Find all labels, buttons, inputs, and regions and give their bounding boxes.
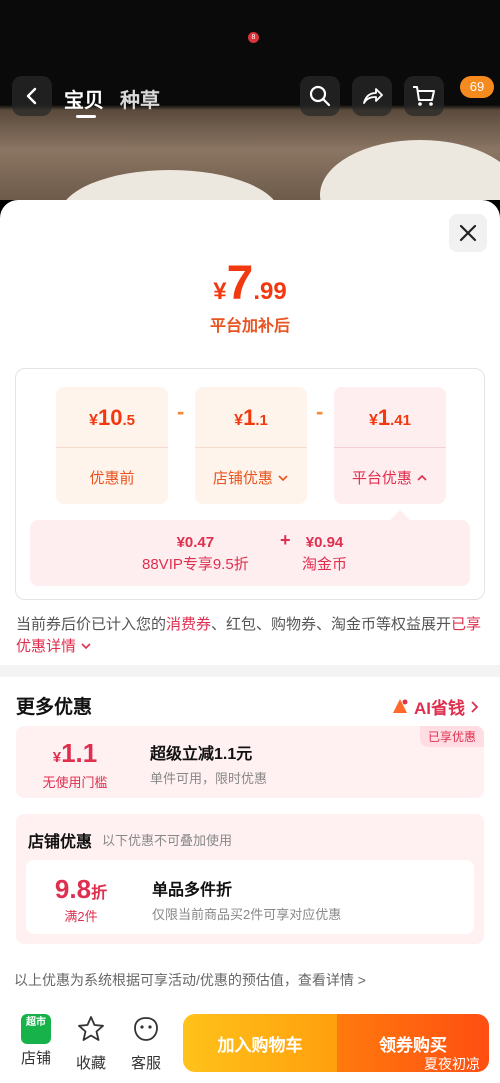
chevron-down-icon xyxy=(81,643,91,650)
add-to-cart-button[interactable]: 加入购物车 xyxy=(183,1014,337,1072)
shop-discount-value: ¥1.1 xyxy=(234,405,268,430)
plus-sign: + xyxy=(280,530,291,550)
final-price-caption: 平台加补后 xyxy=(209,318,290,335)
shop-offers-section: 店铺优惠 以下优惠不可叠加使用 9.8折 满2件 单品多件折 仅限当前商品买2件… xyxy=(16,814,484,944)
multi-item-discount-card[interactable]: 9.8折 满2件 单品多件折 仅限当前商品买2件可享对应优惠 xyxy=(26,860,474,934)
coupon-title: 超级立减1.1元 xyxy=(150,746,253,763)
customer-service-button[interactable]: 客服 xyxy=(122,1014,170,1073)
coupon-desc: 单件可用，限时优惠 xyxy=(150,771,268,786)
shop-label: 店铺 xyxy=(20,1050,51,1067)
ai-saving-link[interactable]: AI省钱 xyxy=(390,694,479,719)
vip-discount-amount: ¥0.47 xyxy=(176,534,215,551)
more-offers-title: 更多优惠 xyxy=(16,697,93,718)
coin-discount: ¥0.94 淘金币 xyxy=(302,532,347,576)
price-detail-sheet: ¥7.99 平台加补后 ¥10.5 优惠前 - ¥1.1 店铺优惠 - ¥1.4… xyxy=(0,200,500,1083)
shop-offers-note: 以下优惠不可叠加使用 xyxy=(102,833,233,848)
final-price-int: 7 xyxy=(226,257,254,310)
original-price-label: 优惠前 xyxy=(89,470,135,487)
cart-icon xyxy=(413,86,435,106)
search-icon xyxy=(309,85,331,107)
favorite-button[interactable]: 收藏 xyxy=(67,1014,115,1073)
final-price: ¥7.99 xyxy=(0,256,500,311)
platform-discount-cell[interactable]: ¥1.41 平台优惠 xyxy=(334,387,446,504)
shop-discount-cell[interactable]: ¥1.1 店铺优惠 xyxy=(195,387,307,504)
discount-title: 单品多件折 xyxy=(152,882,233,899)
back-icon xyxy=(26,87,37,105)
coin-discount-label: 淘金币 xyxy=(302,556,348,573)
platform-discount-value: ¥1.41 xyxy=(368,405,411,430)
vip-discount: ¥0.47 88VIP专享9.5折 xyxy=(142,532,249,576)
shop-discount-label: 店铺优惠 xyxy=(195,467,307,488)
discount-value-block: 9.8折 满2件 xyxy=(26,860,136,934)
product-photo-cup xyxy=(320,140,500,200)
coin-discount-amount: ¥0.94 xyxy=(305,534,344,551)
super-discount-coupon[interactable]: ¥1.1 无使用门槛 超级立减1.1元 单件可用，限时优惠 已享优惠 xyxy=(16,726,484,798)
final-price-decimal: .99 xyxy=(253,278,287,305)
chevron-down-icon xyxy=(278,475,288,482)
close-button[interactable] xyxy=(449,214,487,252)
product-photo-bowl xyxy=(60,170,280,200)
original-price-cell: ¥10.5 优惠前 xyxy=(56,387,168,504)
watermark-text: 夏夜初凉 xyxy=(424,1056,480,1072)
search-button[interactable] xyxy=(300,76,340,116)
chevron-right-icon xyxy=(471,700,479,713)
ai-sparkle-icon xyxy=(393,698,408,713)
notification-dot: 8 xyxy=(248,32,259,43)
coupon-threshold: 无使用门槛 xyxy=(42,775,108,790)
minus-sign: - xyxy=(316,399,324,424)
shop-button[interactable]: 超市 店铺 xyxy=(12,1014,60,1068)
close-icon xyxy=(459,224,477,242)
supermarket-logo-icon: 超市 xyxy=(21,1014,51,1044)
platform-discount-label: 平台优惠 xyxy=(334,467,446,488)
estimate-disclaimer-link[interactable]: 以上优惠为系统根据可享活动/优惠的预估值，查看详情 > xyxy=(14,970,366,990)
shop-offers-title: 店铺优惠 xyxy=(28,834,93,851)
coupon-value: 1.1 xyxy=(61,738,98,768)
discount-condition: 满2件 xyxy=(64,909,98,924)
bottom-action-bar: 超市 店铺 收藏 客服 加入购物车 领券购买 夏夜初凉 xyxy=(0,1006,500,1083)
active-tab-indicator xyxy=(76,115,96,118)
coupon-value-block: ¥1.1 无使用门槛 xyxy=(16,726,134,798)
share-icon xyxy=(363,88,383,104)
expand-pointer xyxy=(390,510,410,520)
original-price-value: ¥10.5 xyxy=(89,405,135,430)
section-divider xyxy=(0,665,500,677)
service-label: 客服 xyxy=(130,1055,161,1072)
nav-tabs: 宝贝 种草 xyxy=(64,84,160,113)
cart-count-badge: 69 xyxy=(460,76,494,98)
voucher-link[interactable]: 消费券 xyxy=(166,616,211,633)
price-notice: 当前券后价已计入您的消费券、红包、购物券、淘金币等权益展开已享优惠详情 xyxy=(16,616,482,655)
tab-seeding[interactable]: 种草 xyxy=(120,84,160,113)
final-price-currency: ¥ xyxy=(213,278,227,305)
share-button[interactable] xyxy=(352,76,392,116)
cart-button[interactable] xyxy=(404,76,444,116)
price-breakdown: ¥10.5 优惠前 - ¥1.1 店铺优惠 - ¥1.41 平台优惠 ¥0.47… xyxy=(15,368,485,600)
discount-value: 9.8 xyxy=(54,874,92,904)
chevron-up-icon xyxy=(417,474,427,481)
star-icon xyxy=(78,1016,104,1041)
tab-product[interactable]: 宝贝 xyxy=(64,84,104,113)
platform-discount-detail: ¥0.47 88VIP专享9.5折 + ¥0.94 淘金币 xyxy=(30,520,470,586)
favorite-label: 收藏 xyxy=(75,1055,106,1072)
vip-discount-label: 88VIP专享9.5折 xyxy=(142,556,249,573)
product-page-background: 8 宝贝 种草 69 xyxy=(0,0,500,200)
back-button[interactable] xyxy=(12,76,52,116)
applied-badge: 已享优惠 xyxy=(419,726,484,747)
discount-desc: 仅限当前商品买2件可享对应优惠 xyxy=(152,907,342,922)
minus-sign: - xyxy=(177,399,185,424)
service-face-icon xyxy=(134,1017,158,1041)
